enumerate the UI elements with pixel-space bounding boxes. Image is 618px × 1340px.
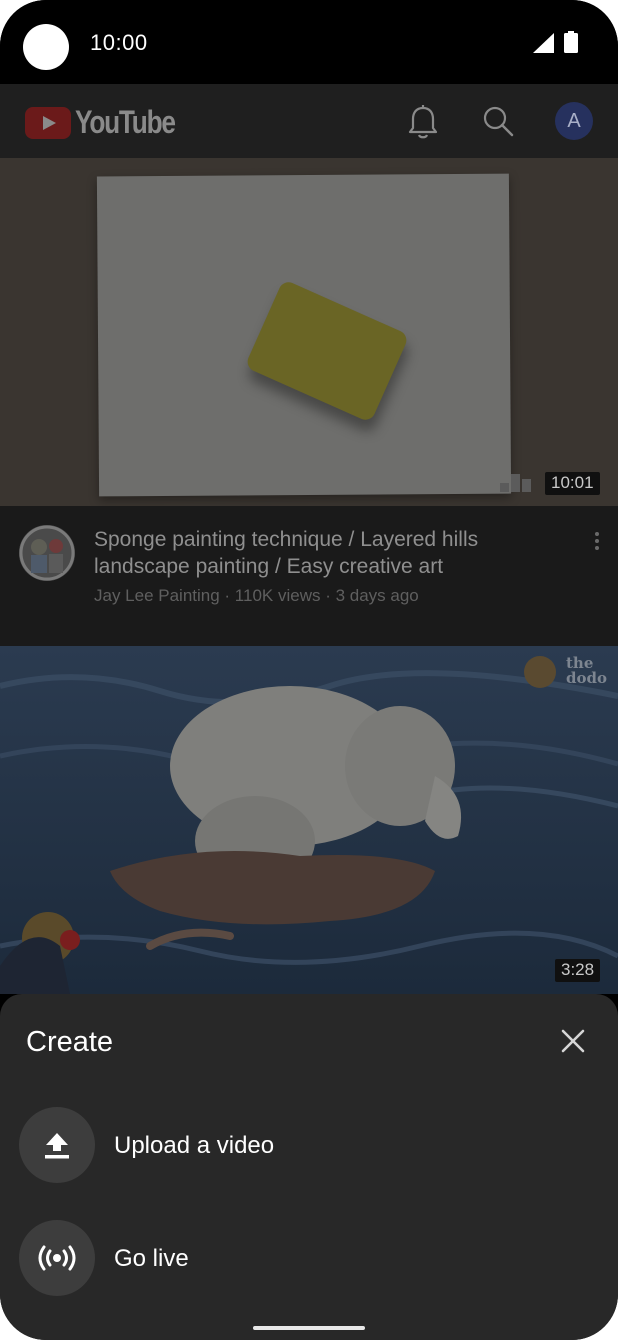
live-broadcast-icon bbox=[38, 1245, 76, 1271]
logo-text: YouTube bbox=[75, 104, 176, 140]
thumbnail-dog-in-water-image bbox=[0, 646, 618, 994]
upload-video-item[interactable]: Upload a video bbox=[0, 1096, 618, 1196]
youtube-logo[interactable]: YouTube bbox=[25, 104, 197, 141]
video-thumbnail[interactable]: 10:01 bbox=[0, 158, 618, 506]
battery-icon bbox=[564, 31, 578, 53]
create-bottom-sheet: Create Upload a video Go live bbox=[0, 994, 618, 1316]
sheet-title: Create bbox=[26, 1026, 114, 1058]
camera-cutout bbox=[23, 24, 69, 70]
channel-avatar-image bbox=[19, 525, 75, 581]
go-live-icon-circle bbox=[19, 1220, 95, 1296]
status-bar: 10:00 bbox=[0, 0, 618, 84]
channel-avatar[interactable] bbox=[19, 525, 75, 581]
upload-video-label: Upload a video bbox=[114, 1132, 275, 1159]
youtube-play-logo-icon bbox=[25, 106, 71, 139]
video-thumbnail[interactable]: the dodo 3:28 bbox=[0, 646, 618, 994]
video-duration-badge: 10:01 bbox=[545, 472, 600, 495]
account-avatar[interactable]: A bbox=[555, 102, 593, 140]
signal-icon bbox=[533, 33, 554, 53]
search-icon[interactable] bbox=[482, 105, 514, 137]
app-bar: YouTube A bbox=[0, 84, 618, 158]
the-dodo-watermark: the dodo bbox=[566, 654, 607, 687]
video-duration-badge: 3:28 bbox=[555, 959, 601, 982]
notification-bell-icon[interactable] bbox=[407, 104, 439, 140]
close-icon[interactable] bbox=[561, 1029, 585, 1053]
go-live-item[interactable]: Go live bbox=[0, 1209, 618, 1309]
status-time: 10:00 bbox=[90, 30, 148, 55]
video-title[interactable]: Sponge painting technique / Layered hill… bbox=[94, 526, 554, 580]
more-vert-icon[interactable] bbox=[590, 530, 604, 552]
video-subtitle: Jay Lee Painting · 110K views · 3 days a… bbox=[94, 586, 419, 605]
upload-icon bbox=[45, 1133, 69, 1159]
video-meta[interactable]: Sponge painting technique / Layered hill… bbox=[0, 506, 618, 646]
home-indicator[interactable] bbox=[253, 1326, 365, 1330]
phone-screen: 10:00 YouTube A 10:01 Sponge painting te… bbox=[0, 0, 618, 1340]
progress-bars-icon bbox=[500, 474, 531, 492]
go-live-label: Go live bbox=[114, 1245, 189, 1272]
upload-icon-circle bbox=[19, 1107, 95, 1183]
